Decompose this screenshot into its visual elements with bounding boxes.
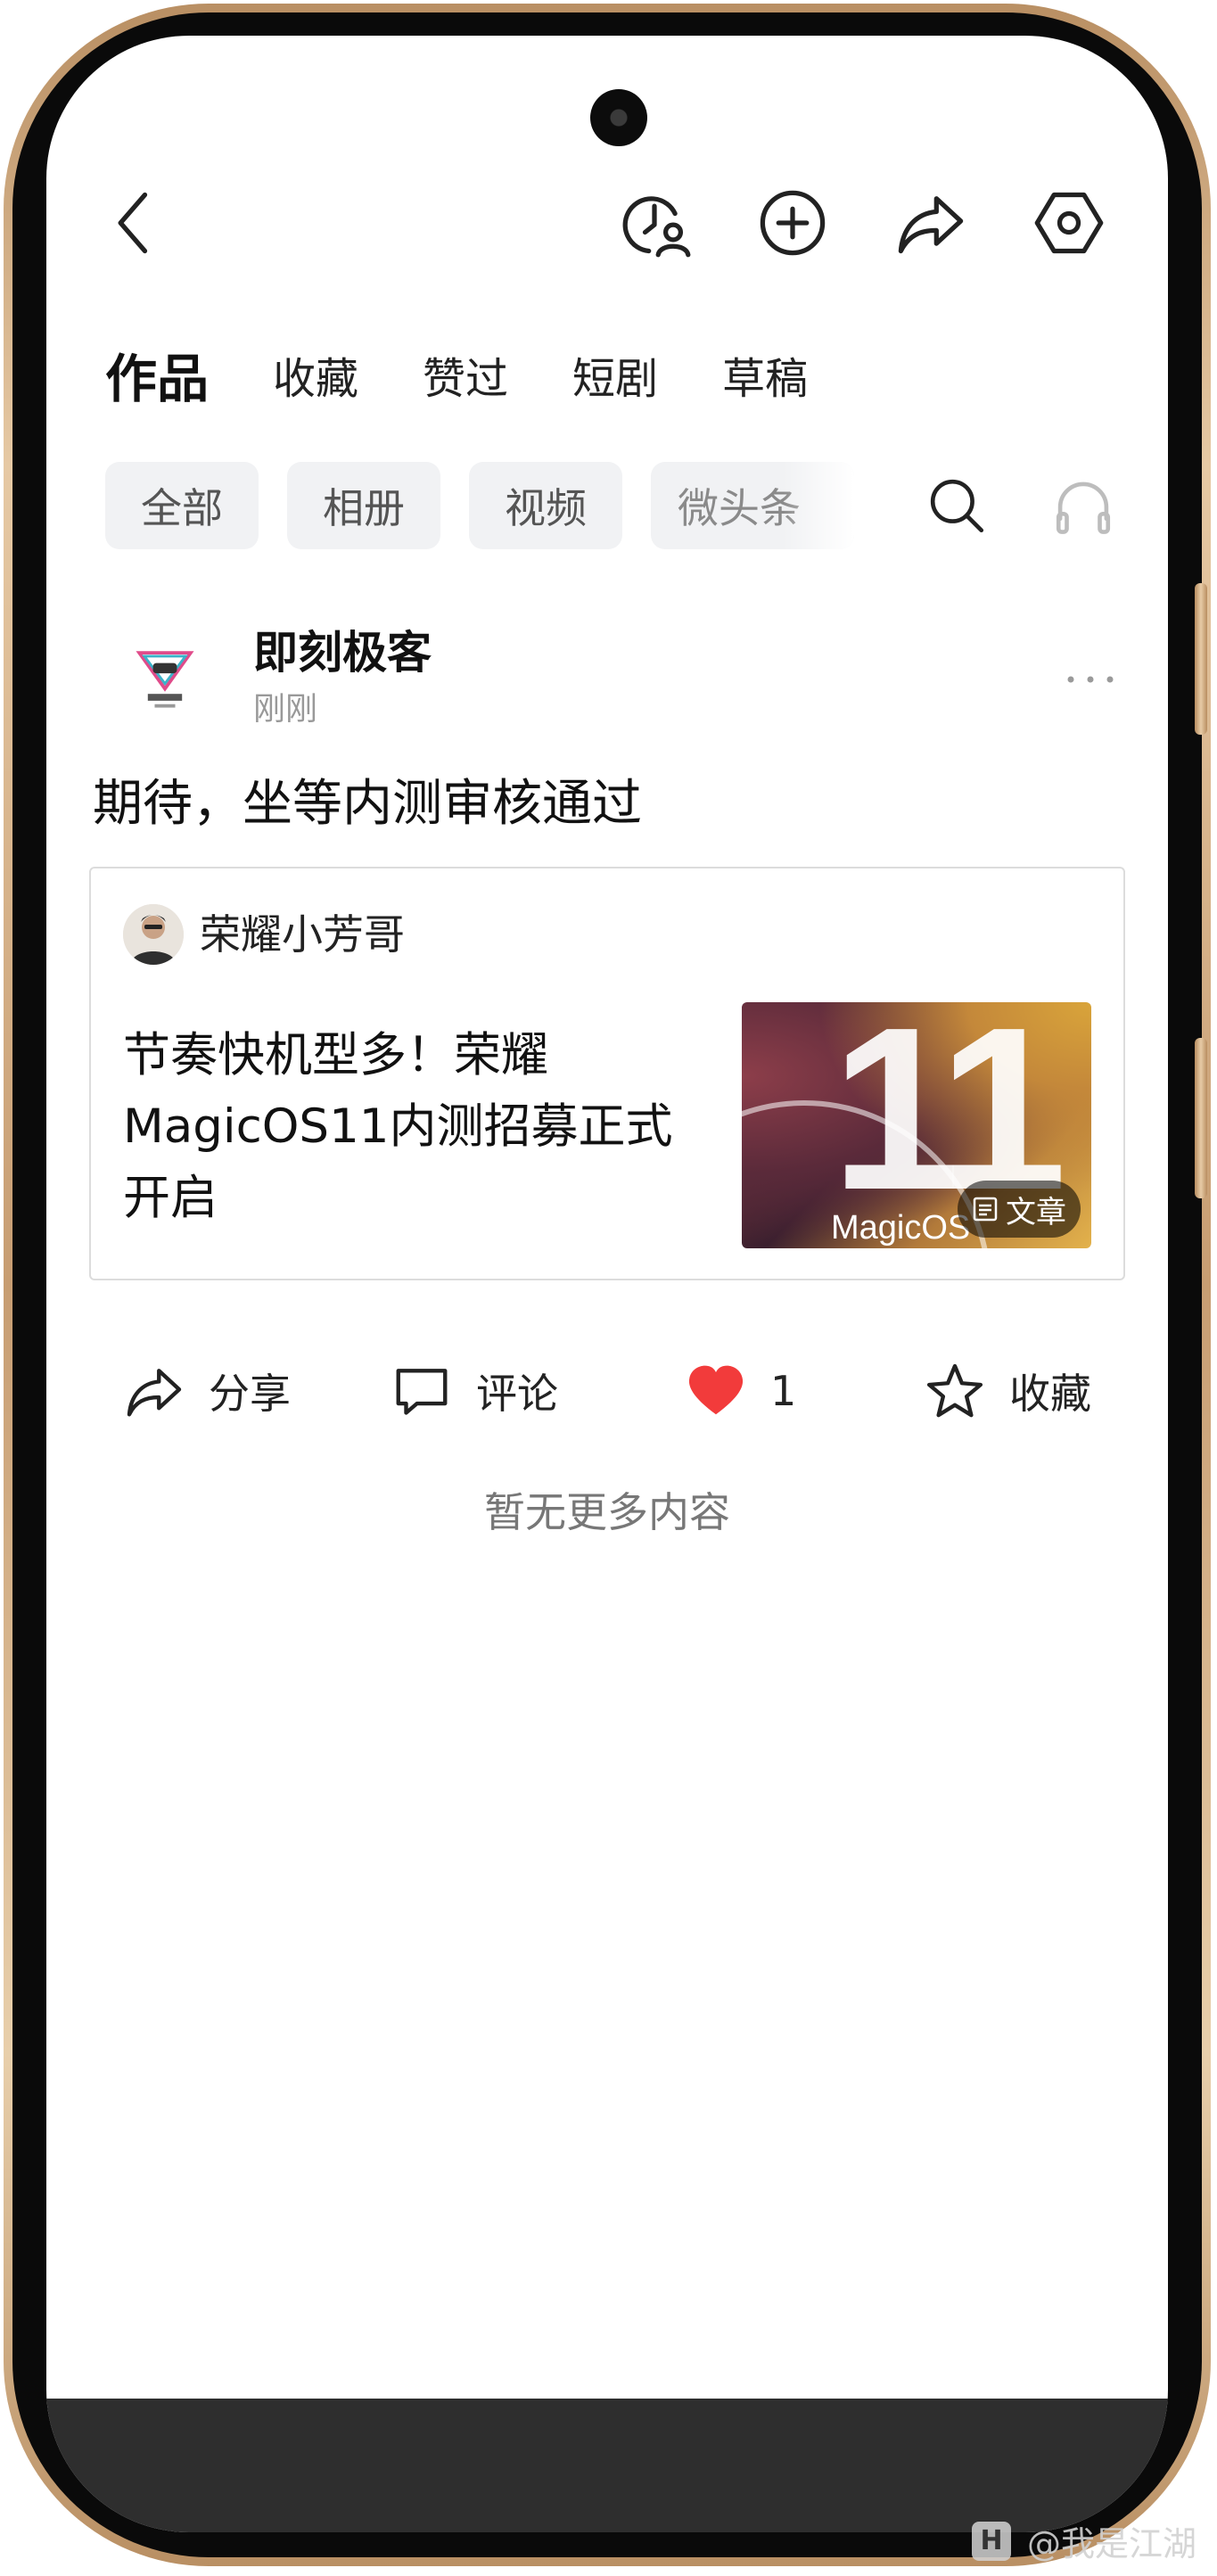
author-logo-icon: [136, 651, 194, 708]
filter-micro-post[interactable]: 微头条: [651, 462, 854, 549]
more-options-button[interactable]: [1050, 653, 1131, 706]
post-header: 即刻极客 刚刚: [114, 626, 1131, 733]
share-icon: [127, 1369, 182, 1417]
post-text: 期待，坐等内测审核通过: [93, 775, 642, 833]
person-avatar-icon: [123, 904, 184, 965]
comment-label: 评论: [476, 1370, 558, 1418]
quoted-article-card[interactable]: 荣耀小芳哥 节奏快机型多！荣耀MagicOS11内测招募正式开启 11 Magi…: [89, 867, 1125, 1280]
watermark-logo-icon: H: [972, 2521, 1011, 2561]
clock-user-icon: [622, 196, 691, 258]
like-count: 1: [770, 1367, 797, 1415]
quote-author-avatar: [123, 904, 184, 965]
more-dots-icon: [1067, 676, 1114, 683]
tab-liked[interactable]: 赞过: [423, 352, 508, 406]
heart-icon: [688, 1365, 744, 1415]
like-button[interactable]: 1: [685, 1346, 796, 1436]
share-label: 分享: [209, 1370, 291, 1418]
front-camera: [590, 89, 647, 146]
hexagon-settings-icon: [1034, 192, 1104, 254]
star-icon: [926, 1363, 983, 1418]
back-button[interactable]: [91, 178, 180, 267]
filter-video[interactable]: 视频: [469, 462, 622, 549]
tab-favorites[interactable]: 收藏: [273, 352, 358, 406]
content-tabs: 作品 收藏 赞过 短剧 草稿: [105, 352, 872, 406]
author-avatar[interactable]: [114, 626, 216, 728]
post-time: 刚刚: [253, 691, 318, 728]
quote-article-title: 节奏快机型多！荣耀MagicOS11内测招募正式开启: [123, 1028, 673, 1225]
volume-button: [1195, 583, 1207, 735]
power-button: [1195, 1038, 1207, 1198]
comment-button[interactable]: 评论: [391, 1346, 558, 1436]
article-badge: 文章: [958, 1181, 1081, 1238]
search-icon: [930, 479, 984, 533]
share-profile-button[interactable]: [886, 178, 975, 267]
no-more-content: 暂无更多内容: [484, 1488, 730, 1536]
add-button[interactable]: [748, 178, 837, 267]
share-arrow-icon: [898, 196, 964, 254]
tab-drafts[interactable]: 草稿: [722, 352, 808, 406]
visitor-history-button[interactable]: [610, 178, 699, 267]
tab-works[interactable]: 作品: [105, 352, 209, 406]
tab-short-drama[interactable]: 短剧: [572, 352, 658, 406]
chevron-left-icon: [118, 192, 148, 254]
audio-button[interactable]: [1043, 465, 1123, 546]
plus-circle-icon: [760, 190, 826, 256]
comment-icon: [396, 1369, 448, 1415]
watermark: H @我是江湖: [972, 2516, 1196, 2565]
screen: 作品 收藏 赞过 短剧 草稿 全部 相册 视频 微头条 即刻极客 刚刚 期待，坐…: [46, 36, 1168, 2532]
article-icon: [973, 1197, 998, 1222]
favorite-label: 收藏: [1009, 1370, 1091, 1418]
article-badge-label: 文章: [1006, 1194, 1066, 1230]
search-button[interactable]: [917, 465, 997, 546]
watermark-text: @我是江湖: [1027, 2524, 1197, 2564]
headphones-icon: [1056, 481, 1111, 534]
author-name[interactable]: 即刻极客: [253, 626, 432, 679]
settings-button[interactable]: [1024, 178, 1114, 267]
filter-album[interactable]: 相册: [287, 462, 440, 549]
quote-author-name: 荣耀小芳哥: [200, 910, 405, 959]
post-actions: 分享 评论 1 收藏: [46, 1346, 1168, 1436]
share-button[interactable]: 分享: [123, 1346, 291, 1436]
bottom-bar: [46, 2399, 1168, 2532]
thumb-brand: MagicOS: [831, 1209, 971, 1247]
quote-thumbnail: 11 MagicOS 文章: [742, 1002, 1091, 1248]
filter-chips: 全部 相册 视频 微头条: [105, 462, 883, 549]
favorite-button[interactable]: 收藏: [924, 1346, 1091, 1436]
top-nav: [46, 178, 1168, 276]
filter-all[interactable]: 全部: [105, 462, 259, 549]
